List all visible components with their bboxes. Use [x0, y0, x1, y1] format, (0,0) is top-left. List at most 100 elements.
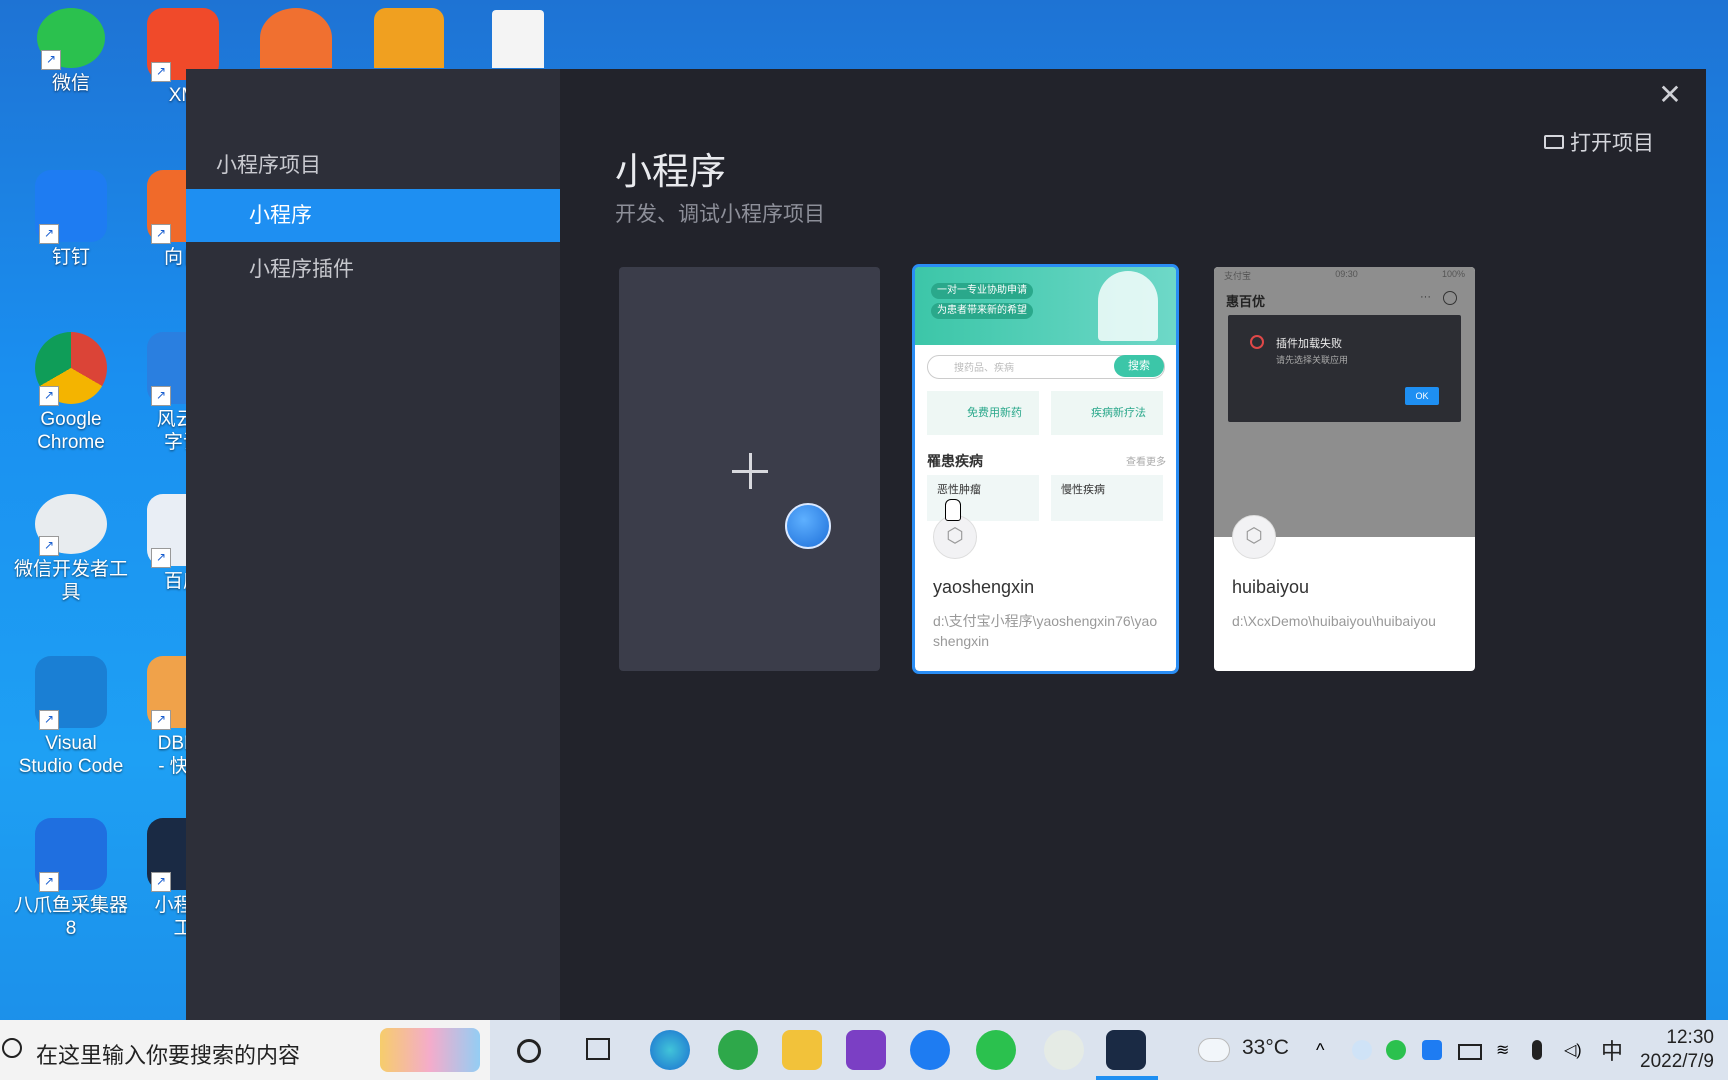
desktop-icon-label: 微信开发者工具: [13, 559, 128, 603]
wechat-tray-icon[interactable]: [1386, 1040, 1406, 1060]
bluetooth-tray-icon[interactable]: [1422, 1040, 1442, 1060]
clock-date: 2022/7/9: [1640, 1051, 1714, 1072]
project-path: d:\支付宝小程序\yaoshengxin76\yaoshengxin: [933, 613, 1158, 649]
error-icon: [1250, 335, 1264, 349]
search-icon: [2, 1038, 22, 1058]
preview-status-bar: 支付宝 09:30 100%: [1224, 269, 1465, 282]
search-placeholder: 在这里输入你要搜索的内容: [36, 1043, 301, 1068]
preview-disease: 恶性肿瘤: [927, 475, 1039, 521]
preview-box: 疾病新疗法: [1051, 391, 1163, 435]
project-avatar-icon: ⬡: [1232, 515, 1276, 559]
desktop-icon-label: 八爪鱼采集器 8: [13, 895, 128, 939]
project-name: huibaiyou: [1232, 577, 1310, 597]
preview-ok-button: OK: [1405, 387, 1439, 405]
battery-icon[interactable]: [1458, 1044, 1482, 1060]
taskbar-search[interactable]: 在这里输入你要搜索的内容: [0, 1020, 490, 1080]
open-project-label: 打开项目: [1570, 132, 1654, 155]
desktop-icon-chrome[interactable]: ↗ Google Chrome: [16, 332, 126, 454]
preview-more-link: 查看更多: [1126, 457, 1166, 468]
desktop-icon-pdf[interactable]: [492, 10, 544, 68]
desktop-icon-octopus[interactable]: ↗ 八爪鱼采集器 8: [10, 818, 132, 940]
wechat-taskbar-icon[interactable]: [976, 1030, 1016, 1070]
desktop-icon-dingtalk[interactable]: ↗ 钉钉: [16, 170, 126, 269]
status-battery: 100%: [1441, 269, 1465, 279]
cortana-icon[interactable]: [517, 1039, 541, 1063]
preview-app-title: 惠百优: [1226, 294, 1266, 309]
wifi-icon[interactable]: ≋: [1496, 1040, 1516, 1060]
preview-disease: 慢性疾病: [1051, 475, 1163, 521]
new-project-card[interactable]: [619, 267, 880, 671]
tray-app-icon[interactable]: [1352, 1040, 1372, 1060]
status-carrier: 支付宝: [1224, 271, 1252, 281]
project-preview: 一对一专业协助申请 为患者带来新的希望 搜药品、疾病 搜索 免费用新药 疾病新疗…: [915, 267, 1176, 537]
preview-search-button: 搜索: [1114, 355, 1164, 377]
sidebar-item-plugin[interactable]: 小程序插件: [186, 243, 560, 296]
sidebar: 小程序项目 小程序 小程序插件: [186, 69, 560, 1020]
preview-box: 免费用新药: [927, 391, 1039, 435]
preview-section-title: 罹患疾病: [927, 453, 983, 469]
ie-icon[interactable]: [718, 1030, 758, 1070]
mouse-cursor-icon: [945, 499, 961, 521]
desktop-icon-wechat-devtools[interactable]: ↗ 微信开发者工具: [10, 494, 132, 604]
error-subtitle: 请先选择关联应用: [1276, 355, 1349, 365]
desktop-icon-label: Visual Studio Code: [18, 733, 124, 777]
preview-search: 搜药品、疾病 搜索: [927, 355, 1165, 379]
project-preview: 支付宝 09:30 100% 惠百优 ··· 插件加载失败 请先选择关联应用 O…: [1214, 267, 1475, 537]
active-app-indicator: [1096, 1076, 1158, 1080]
dingtalk-icon: ↗: [35, 170, 107, 244]
project-card-yaoshengxin[interactable]: 一对一专业协助申请 为患者带来新的希望 搜药品、疾病 搜索 免费用新药 疾病新疗…: [912, 264, 1179, 674]
plus-icon: [732, 453, 768, 489]
desktop-icon-label: 钉钉: [51, 247, 90, 268]
dingtalk-taskbar-icon[interactable]: [910, 1030, 950, 1070]
microphone-icon[interactable]: [1532, 1040, 1542, 1060]
chevron-up-icon[interactable]: ^: [1316, 1040, 1336, 1060]
project-path: d:\XcxDemo\huibaiyou\huibaiyou: [1232, 613, 1436, 629]
chrome-icon: ↗: [35, 332, 107, 406]
desktop-icon-label: Google Chrome: [37, 409, 105, 453]
project-card-huibaiyou[interactable]: 支付宝 09:30 100% 惠百优 ··· 插件加载失败 请先选择关联应用 O…: [1214, 267, 1475, 671]
desktop-icon-label: 微信: [51, 73, 90, 94]
open-project-button[interactable]: 打开项目: [1544, 127, 1654, 157]
edge-icon[interactable]: [650, 1030, 690, 1070]
ime-indicator[interactable]: 中: [1601, 1034, 1623, 1066]
project-avatar-icon: ⬡: [933, 515, 977, 559]
desktop-icon-kuaijie[interactable]: [374, 8, 444, 68]
folder-open-icon: [1544, 135, 1564, 149]
doctor-illustration-icon: [1098, 271, 1158, 341]
tool-app-icon[interactable]: [782, 1030, 822, 1070]
preview-error-dialog: 插件加载失败 请先选择关联应用 OK: [1228, 315, 1461, 422]
task-view-icon[interactable]: [586, 1038, 610, 1060]
project-name: yaoshengxin: [933, 577, 1035, 597]
vscode-icon: ↗: [35, 656, 107, 730]
taskbar: 在这里输入你要搜索的内容 33°C ^ ≋ ◁) 中 12:30 2022/7/…: [0, 1020, 1728, 1080]
miniprogram-tool-taskbar-icon[interactable]: [1106, 1030, 1146, 1070]
clock[interactable]: 12:30 2022/7/9: [1640, 1026, 1714, 1074]
close-circle-icon: [1443, 291, 1457, 305]
volume-icon[interactable]: ◁): [1564, 1040, 1584, 1060]
preview-tag: 一对一专业协助申请: [931, 283, 1033, 299]
wechat-icon: ↗: [37, 8, 105, 70]
desktop-icon-postman[interactable]: [260, 8, 332, 68]
search-highlight-icon: [380, 1028, 480, 1072]
desktop-icon-vscode[interactable]: ↗ Visual Studio Code: [16, 656, 126, 778]
visual-studio-icon[interactable]: [846, 1030, 886, 1070]
preview-banner: 一对一专业协助申请 为患者带来新的希望: [915, 267, 1176, 345]
weather-icon[interactable]: [1198, 1038, 1230, 1062]
weather-temp[interactable]: 33°C: [1242, 1036, 1289, 1060]
loading-spinner-icon: [785, 503, 831, 549]
close-button[interactable]: ✕: [1652, 77, 1688, 113]
page-subtitle: 开发、调试小程序项目: [615, 203, 825, 226]
octopus-icon: ↗: [35, 818, 107, 892]
wechat-devtools-taskbar-icon[interactable]: [1044, 1030, 1084, 1070]
error-title: 插件加载失败: [1276, 338, 1342, 350]
sidebar-heading: 小程序项目: [216, 154, 321, 177]
sidebar-item-miniprogram[interactable]: 小程序: [186, 189, 560, 242]
status-time: 09:30: [1335, 269, 1358, 279]
preview-search-placeholder: 搜药品、疾病: [954, 363, 1014, 374]
more-icon: ···: [1420, 291, 1431, 303]
wechat-devtools-icon: ↗: [35, 494, 107, 556]
page-title: 小程序: [615, 151, 726, 192]
desktop-icon-wechat[interactable]: ↗ 微信: [16, 8, 126, 95]
project-dialog: 小程序项目 小程序 小程序插件 ✕ 打开项目 小程序 开发、调试小程序项目 一对…: [186, 69, 1706, 1020]
clock-time: 12:30: [1666, 1027, 1714, 1048]
